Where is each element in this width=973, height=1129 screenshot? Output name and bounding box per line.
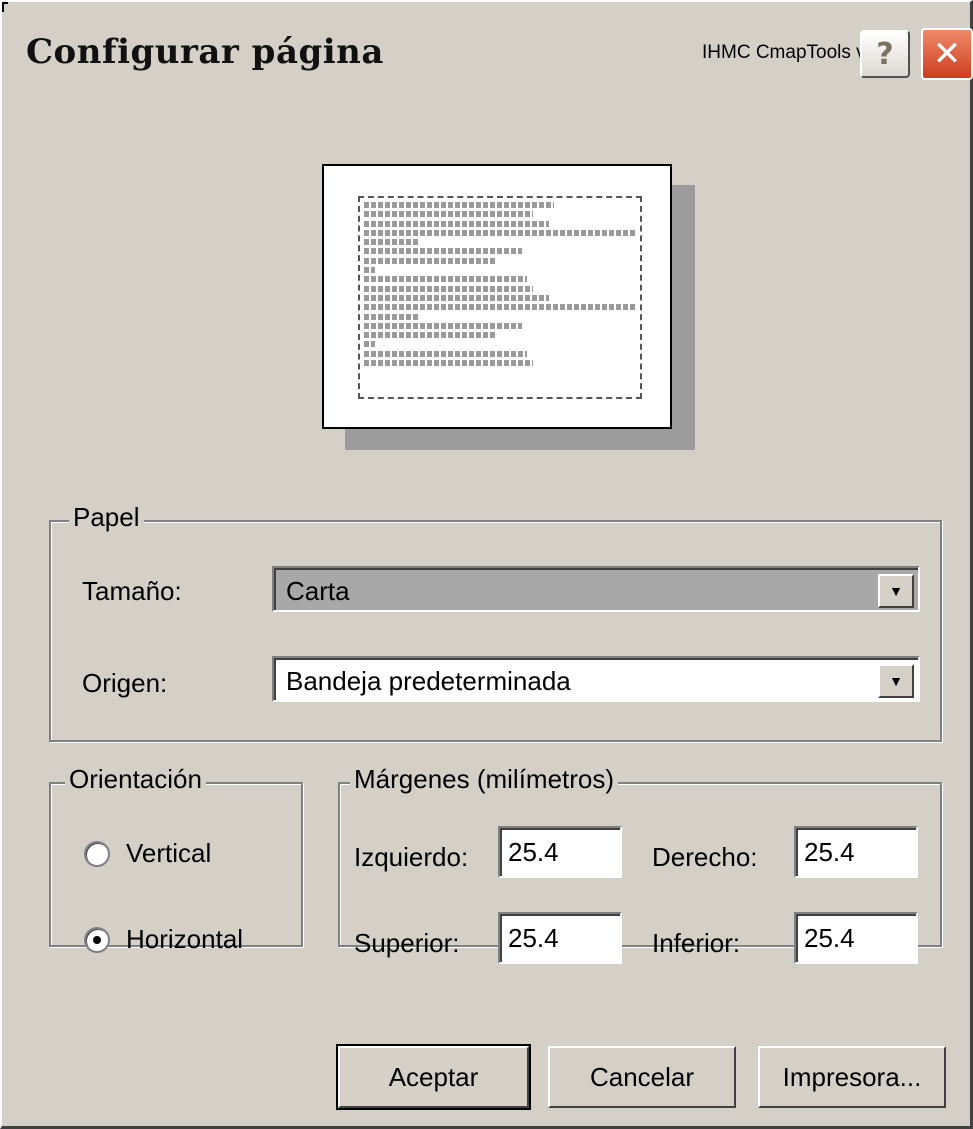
radio-selected-dot xyxy=(93,936,101,944)
printer-button[interactable]: Impresora... xyxy=(758,1046,946,1108)
margins-legend: Márgenes (milímetros) xyxy=(350,764,619,795)
cancel-button[interactable]: Cancelar xyxy=(548,1046,736,1108)
margin-bottom-label: Inferior: xyxy=(652,928,741,958)
page-preview xyxy=(322,164,672,429)
close-button[interactable]: ✕ xyxy=(921,28,973,80)
paper-source-value: Bandeja predeterminada xyxy=(286,666,571,696)
orientation-legend: Orientación xyxy=(65,764,206,795)
page-preview-text xyxy=(364,202,636,393)
paper-size-select[interactable]: Carta ▼ xyxy=(272,566,920,612)
paper-size-value: Carta xyxy=(286,576,350,606)
paper-source-label: Origen: xyxy=(82,668,168,698)
margin-bottom-input[interactable] xyxy=(794,912,918,964)
paper-group: Papel xyxy=(49,502,942,742)
page-preview-margin-box xyxy=(358,196,642,399)
help-button[interactable]: ? xyxy=(860,30,910,78)
orientation-horizontal-radio[interactable] xyxy=(84,927,110,953)
margin-left-label: Izquierdo: xyxy=(354,842,469,872)
margin-top-label: Superior: xyxy=(354,928,460,958)
close-x-icon: ✕ xyxy=(932,34,962,74)
question-mark-icon: ? xyxy=(876,36,894,72)
paper-size-select-border: Carta ▼ xyxy=(274,568,918,610)
page-setup-dialog: Configurar página IHMC CmapTools v4 ? ✕ xyxy=(0,0,973,1129)
margin-left-input[interactable] xyxy=(498,826,622,878)
orientation-horizontal-label[interactable]: Horizontal xyxy=(126,924,243,955)
margin-right-label: Derecho: xyxy=(652,842,758,872)
paper-size-label: Tamaño: xyxy=(82,576,182,606)
chevron-down-icon[interactable]: ▼ xyxy=(878,664,914,698)
title-bar[interactable]: Configurar página IHMC CmapTools v4 ? ✕ xyxy=(4,4,973,94)
paper-legend: Papel xyxy=(69,502,144,533)
paper-source-select[interactable]: Bandeja predeterminada ▼ xyxy=(272,656,920,702)
orientation-vertical-label[interactable]: Vertical xyxy=(126,838,211,869)
margin-top-input[interactable] xyxy=(498,912,622,964)
margin-right-input[interactable] xyxy=(794,826,918,878)
app-name-label: IHMC CmapTools v4 xyxy=(702,42,877,63)
orientation-vertical-radio[interactable] xyxy=(84,841,110,867)
chevron-down-icon[interactable]: ▼ xyxy=(878,574,914,608)
dialog-title: Configurar página xyxy=(26,32,384,72)
ok-button[interactable]: Aceptar xyxy=(336,1044,531,1110)
paper-source-select-border: Bandeja predeterminada ▼ xyxy=(274,658,918,700)
